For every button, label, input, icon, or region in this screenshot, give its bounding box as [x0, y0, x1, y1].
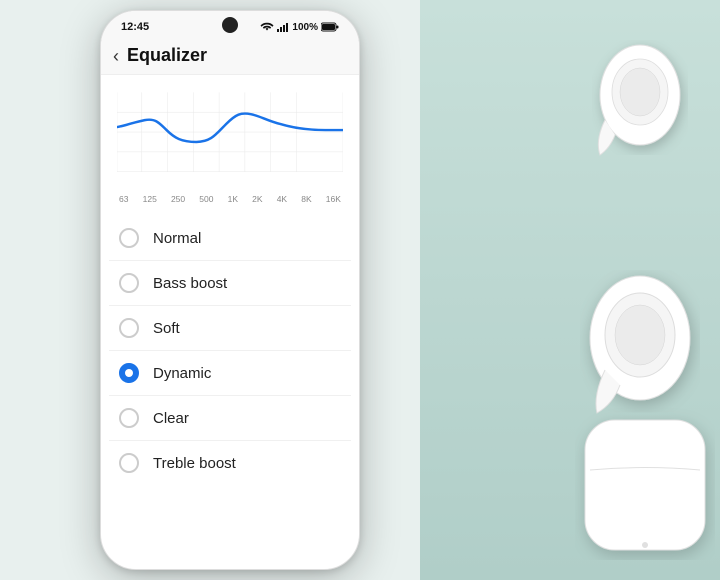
option-bass-boost[interactable]: Bass boost: [109, 261, 351, 306]
earbud-case: [575, 400, 715, 560]
radio-dynamic[interactable]: [119, 363, 139, 383]
label-normal: Normal: [153, 230, 201, 247]
label-soft: Soft: [153, 320, 180, 337]
radio-treble-boost[interactable]: [119, 453, 139, 473]
option-treble-boost[interactable]: Treble boost: [109, 441, 351, 485]
option-clear[interactable]: Clear: [109, 396, 351, 441]
label-clear: Clear: [153, 410, 189, 427]
status-icons: 100%: [260, 22, 339, 33]
label-treble-boost: Treble boost: [153, 455, 236, 472]
page-title: Equalizer: [127, 45, 207, 66]
radio-soft[interactable]: [119, 318, 139, 338]
option-dynamic[interactable]: Dynamic: [109, 351, 351, 396]
time-display: 12:45: [121, 21, 149, 33]
phone-mockup: 12:45 100%: [100, 10, 360, 570]
earbud-right: [580, 40, 690, 160]
back-button[interactable]: ‹: [113, 47, 119, 65]
radio-bass-boost[interactable]: [119, 273, 139, 293]
battery-label: 100%: [292, 22, 318, 33]
eq-options-list: Normal Bass boost Soft Dynamic Clear Tre: [101, 216, 359, 485]
eq-chart: [117, 87, 343, 187]
phone-screen: 12:45 100%: [101, 11, 359, 569]
app-header: ‹ Equalizer: [101, 37, 359, 75]
eq-chart-container: 63 125 250 500 1K 2K 4K 8K 16K: [101, 75, 359, 216]
radio-clear[interactable]: [119, 408, 139, 428]
status-bar: 12:45 100%: [101, 11, 359, 37]
option-normal[interactable]: Normal: [109, 216, 351, 261]
label-dynamic: Dynamic: [153, 365, 211, 382]
option-soft[interactable]: Soft: [109, 306, 351, 351]
wifi-icon: [260, 22, 274, 32]
label-bass-boost: Bass boost: [153, 275, 227, 292]
signal-icon: [277, 22, 289, 32]
battery-icon: [321, 22, 339, 32]
radio-normal[interactable]: [119, 228, 139, 248]
chart-frequency-labels: 63 125 250 500 1K 2K 4K 8K 16K: [117, 192, 343, 212]
notch: [222, 17, 238, 33]
earbud-left: [575, 270, 705, 420]
